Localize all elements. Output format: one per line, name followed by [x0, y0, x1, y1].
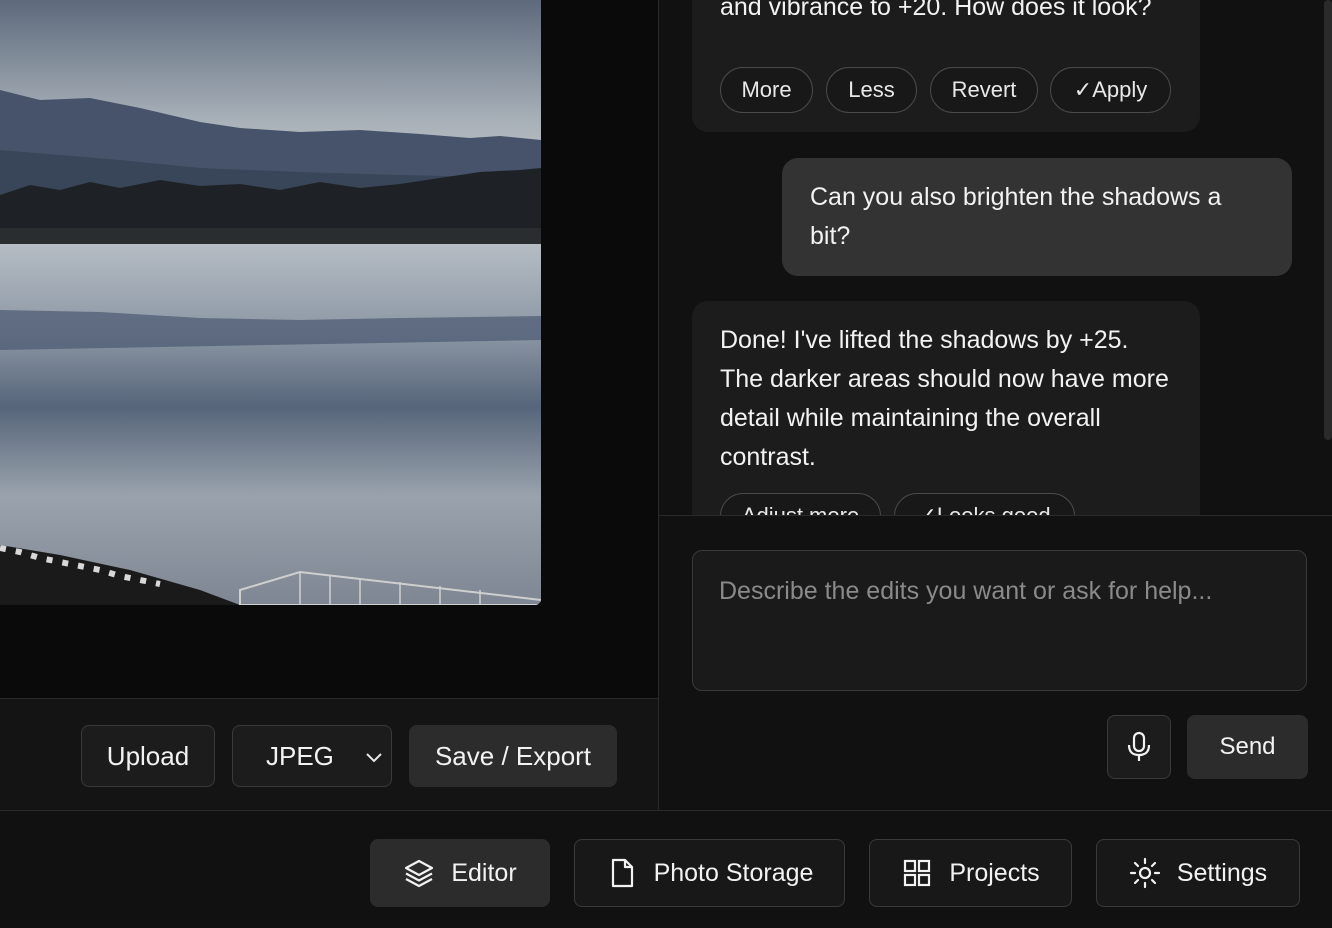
chip-revert[interactable]: Revert [930, 67, 1038, 113]
user-message-text: Can you also brighten the shadows a bit? [810, 183, 1222, 250]
assistant-message: Done! I've lifted the shadows by +25. Th… [692, 301, 1200, 515]
nav-projects[interactable]: Projects [869, 839, 1072, 907]
chip-apply[interactable]: ✓Apply [1050, 67, 1171, 113]
nav-photo-storage[interactable]: Photo Storage [574, 839, 845, 907]
prompt-input[interactable] [692, 550, 1307, 691]
chip-more[interactable]: More [720, 67, 813, 113]
assistant-message-text: Done! I've lifted the shadows by +25. Th… [720, 326, 1169, 471]
mic-icon [1127, 731, 1151, 761]
nav-projects-label: Projects [949, 858, 1040, 887]
sun-icon [1129, 857, 1160, 889]
mic-button[interactable] [1107, 715, 1171, 779]
nav-editor[interactable]: Editor [370, 839, 550, 907]
format-select-value: JPEG [266, 740, 334, 771]
format-select[interactable]: JPEG [232, 725, 392, 787]
bottom-nav: Editor Photo Storage Projects Settings [0, 810, 1332, 928]
lake-photo[interactable] [0, 0, 541, 605]
grid-icon [904, 859, 931, 887]
file-icon [611, 858, 633, 888]
save-export-button[interactable]: Save / Export [409, 725, 617, 787]
layers-icon [405, 859, 434, 888]
send-button[interactable]: Send [1187, 715, 1308, 779]
lake-photo-image [0, 0, 541, 605]
nav-settings-label: Settings [1176, 858, 1268, 887]
assistant-message-text: and vibrance to +20. How does it look? [720, 0, 1152, 21]
photo-canvas-area [0, 0, 658, 698]
nav-photo-storage-label: Photo Storage [653, 858, 814, 887]
chat-scrollbar[interactable] [1324, 0, 1332, 440]
chat-history[interactable]: and vibrance to +20. How does it look? M… [659, 0, 1332, 515]
chip-adjust-more[interactable]: Adjust more [720, 493, 881, 515]
photo-toolbar: Upload JPEG Save / Export [0, 698, 658, 810]
chip-less[interactable]: Less [826, 67, 917, 113]
chip-looks-good[interactable]: ✓Looks good [894, 493, 1075, 515]
nav-settings[interactable]: Settings [1096, 839, 1300, 907]
chevron-down-icon [366, 753, 382, 763]
composer: Send [659, 515, 1332, 810]
user-message: Can you also brighten the shadows a bit? [782, 158, 1292, 276]
upload-button[interactable]: Upload [81, 725, 215, 787]
nav-editor-label: Editor [451, 858, 517, 887]
